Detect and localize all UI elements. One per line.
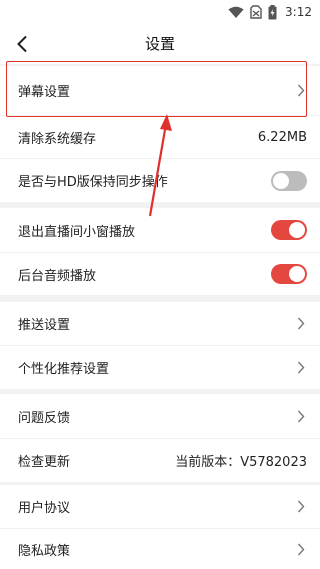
annotation-arrow — [148, 114, 172, 217]
